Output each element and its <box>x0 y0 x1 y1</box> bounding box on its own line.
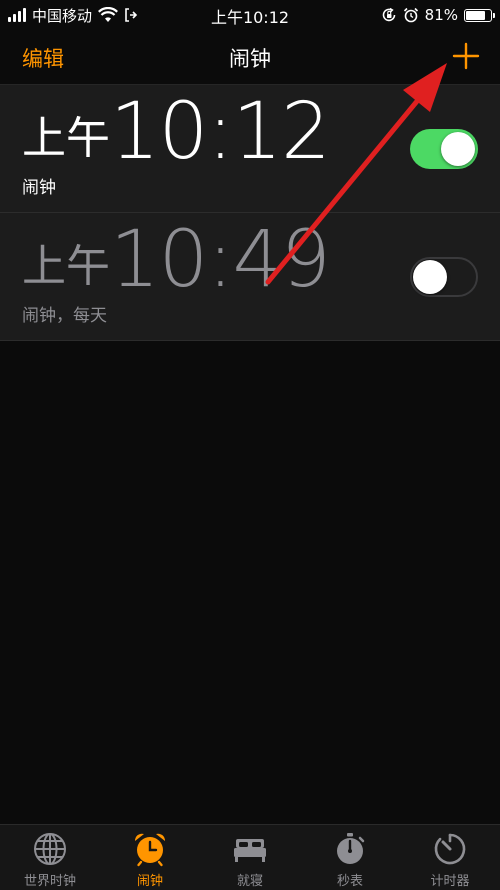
battery-level-fill <box>466 10 486 20</box>
alarm-period: 上午 <box>22 113 110 164</box>
alarm-toggle[interactable] <box>410 257 478 297</box>
alarm-digits: 10:12 <box>110 87 331 177</box>
battery-percent: 81% <box>424 6 458 24</box>
bed-icon <box>234 839 266 862</box>
toggle-knob <box>441 132 475 166</box>
alarm-row[interactable]: 上午 10:12 闹钟 <box>0 85 500 213</box>
tab-label: 世界时钟 <box>23 874 76 889</box>
status-right: 81% <box>381 4 495 26</box>
tab-stopwatch[interactable]: 秒表 <box>300 825 400 890</box>
alarm-time: 上午 10:12 <box>22 87 331 177</box>
alarm-period: 上午 <box>22 241 110 292</box>
tab-bedtime[interactable]: 就寝 <box>200 825 300 890</box>
alarm-digits: 10:49 <box>110 215 331 305</box>
battery-icon <box>464 8 495 22</box>
tab-alarm[interactable]: 闹钟 <box>100 825 200 890</box>
clock-app-screen: 中国移动 上午10:12 81% 编辑 闹钟 上午 10:12 闹钟 上午 10… <box>0 0 500 890</box>
tab-bar: 世界时钟 闹钟 就寝 秒表 计时器 <box>0 824 500 890</box>
alarm-list: 上午 10:12 闹钟 上午 10:49 闹钟，每天 <box>0 85 500 341</box>
page-title: 闹钟 <box>229 47 271 71</box>
orientation-lock-icon <box>382 7 395 22</box>
globe-icon <box>34 833 66 865</box>
tab-label: 计时器 <box>430 874 470 889</box>
alarm-row[interactable]: 上午 10:49 闹钟，每天 <box>0 213 500 341</box>
alarm-clock-icon <box>134 833 166 867</box>
alarm-time: 上午 10:49 <box>22 215 331 305</box>
plus-icon[interactable] <box>450 40 482 72</box>
navigation-bar: 编辑 闹钟 <box>0 30 500 85</box>
alarm-label: 闹钟 <box>22 178 56 198</box>
alarm-status-icon <box>403 7 418 23</box>
timer-icon <box>434 833 466 865</box>
alarm-toggle[interactable] <box>410 129 478 169</box>
toggle-knob <box>413 260 447 294</box>
tab-label: 秒表 <box>336 874 363 889</box>
tab-label: 就寝 <box>236 874 263 889</box>
tab-label: 闹钟 <box>136 874 163 889</box>
tab-world-clock[interactable]: 世界时钟 <box>0 825 100 890</box>
tab-timer[interactable]: 计时器 <box>400 825 500 890</box>
stopwatch-icon <box>337 833 365 864</box>
alarm-label: 闹钟，每天 <box>22 306 107 326</box>
status-bar: 中国移动 上午10:12 81% <box>0 0 500 30</box>
